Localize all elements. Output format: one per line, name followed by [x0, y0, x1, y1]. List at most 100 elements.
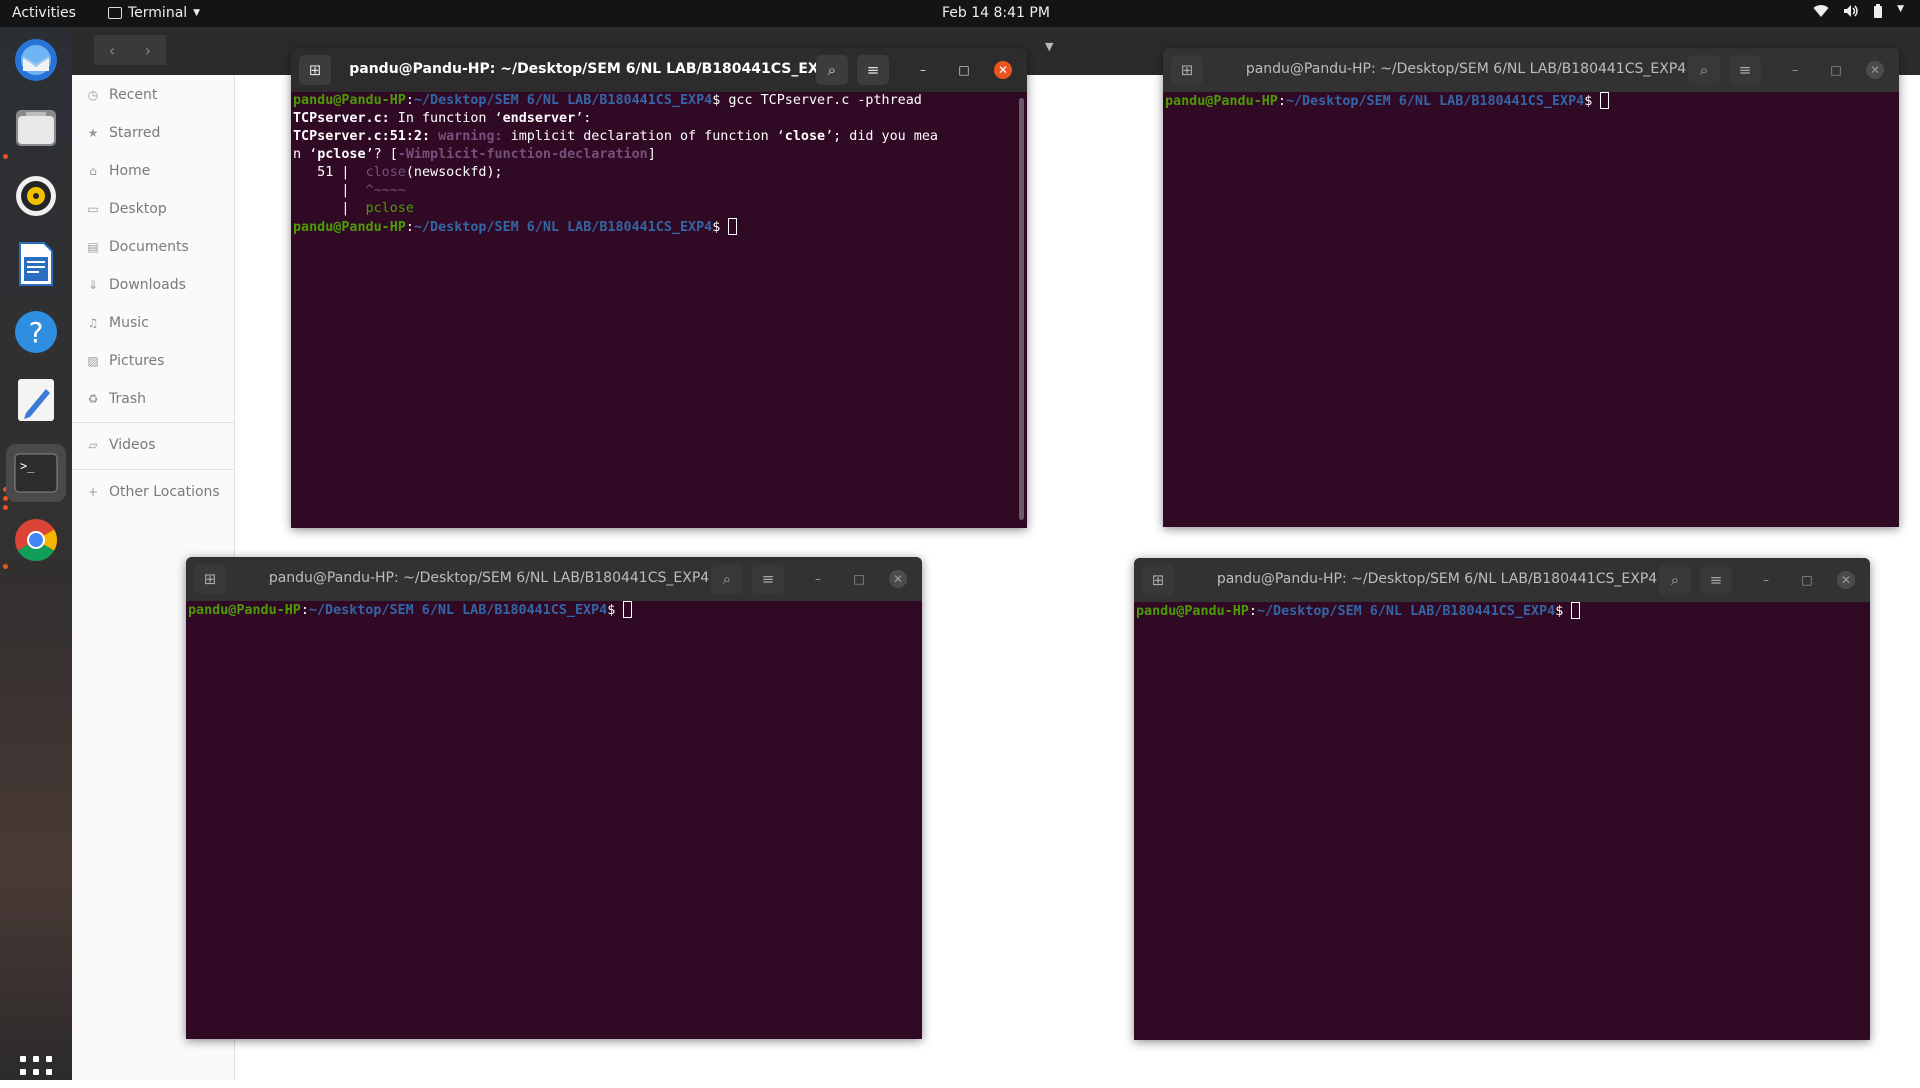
running-indicator	[3, 564, 8, 569]
scrollbar[interactable]	[1019, 98, 1024, 520]
sidebar-item-pictures[interactable]: ▨ Pictures	[86, 349, 164, 373]
terminal-output[interactable]: pandu@Pandu-HP:~/Desktop/SEM 6/NL LAB/B1…	[1165, 92, 1889, 527]
chevron-left-icon: ‹	[108, 40, 116, 60]
clock[interactable]: Feb 14 8:41 PM	[942, 5, 1050, 21]
terminal-window-1[interactable]: ⊞ pandu@Pandu-HP: ~/Desktop/SEM 6/NL LAB…	[291, 48, 1027, 528]
clock-icon: ◷	[87, 88, 99, 102]
sidebar-divider	[72, 469, 234, 470]
minimize-button[interactable]: –	[1786, 61, 1804, 79]
terminal-headerbar[interactable]: ⊞ pandu@Pandu-HP: ~/Desktop/SEM 6/NL LAB…	[291, 48, 1027, 92]
search-icon: ⌕	[1670, 571, 1680, 589]
close-button[interactable]: ✕	[889, 570, 907, 588]
chevron-down-icon: ▼	[1897, 4, 1904, 14]
cursor	[623, 601, 633, 618]
folder-icon: ▱	[88, 438, 98, 452]
search-icon: ⌕	[722, 570, 732, 588]
new-tab-button[interactable]: ⊞	[1171, 55, 1203, 85]
thunderbird-icon[interactable]	[12, 36, 60, 84]
cursor	[728, 218, 738, 235]
search-button[interactable]: ⌕	[1659, 565, 1691, 595]
menu-button[interactable]: ≡	[1729, 55, 1761, 85]
search-button[interactable]: ⌕	[1688, 55, 1720, 85]
chevron-down-icon: ▼	[193, 8, 201, 18]
minimize-button[interactable]: –	[914, 61, 932, 79]
minimize-icon: –	[1763, 573, 1769, 587]
terminal-headerbar[interactable]: ⊞ pandu@Pandu-HP: ~/Desktop/SEM 6/NL LAB…	[1134, 558, 1870, 602]
close-button[interactable]: ✕	[1837, 571, 1855, 589]
libreoffice-writer-icon[interactable]	[12, 240, 60, 288]
rhythmbox-icon[interactable]	[12, 172, 60, 220]
sidebar-item-recent[interactable]: ◷ Recent	[86, 83, 158, 107]
show-applications-icon[interactable]	[20, 1056, 52, 1088]
new-tab-button[interactable]: ⊞	[1142, 565, 1174, 595]
activities-button[interactable]: Activities	[12, 5, 76, 21]
terminal-dock-icon[interactable]: >_	[6, 444, 66, 502]
window-title: pandu@Pandu-HP: ~/Desktop/SEM 6/NL LAB/B…	[1245, 61, 1687, 77]
minimize-button[interactable]: –	[809, 570, 827, 588]
hamburger-menu-icon: ≡	[1709, 571, 1723, 589]
window-title: pandu@Pandu-HP: ~/Desktop/SEM 6/NL LAB/B…	[268, 570, 710, 586]
sidebar-item-other-locations[interactable]: + Other Locations	[86, 480, 220, 504]
close-button[interactable]: ✕	[994, 61, 1012, 79]
maximize-button[interactable]: □	[1798, 571, 1816, 589]
terminal-output[interactable]: pandu@Pandu-HP:~/Desktop/SEM 6/NL LAB/B1…	[188, 601, 912, 1039]
maximize-icon: □	[1830, 63, 1842, 77]
sidebar-item-downloads[interactable]: ⇓ Downloads	[86, 273, 186, 297]
sidebar-divider	[72, 422, 234, 423]
sidebar-item-starred[interactable]: ★ Starred	[86, 121, 161, 145]
sidebar-item-desktop[interactable]: ▭ Desktop	[86, 197, 166, 221]
sidebar-item-videos[interactable]: ▱ Videos	[86, 433, 155, 457]
terminal-window-4[interactable]: ⊞ pandu@Pandu-HP: ~/Desktop/SEM 6/NL LAB…	[1134, 558, 1870, 1040]
forward-button[interactable]: ›	[130, 35, 166, 65]
search-button[interactable]: ⌕	[816, 55, 848, 85]
terminal-headerbar[interactable]: ⊞ pandu@Pandu-HP: ~/Desktop/SEM 6/NL LAB…	[1163, 48, 1899, 92]
menu-button[interactable]: ≡	[857, 55, 889, 85]
close-icon: ✕	[997, 63, 1009, 77]
hamburger-menu-icon: ≡	[761, 570, 775, 588]
minimize-icon: –	[1792, 63, 1798, 77]
star-icon: ★	[87, 126, 99, 140]
terminal-headerbar[interactable]: ⊞ pandu@Pandu-HP: ~/Desktop/SEM 6/NL LAB…	[186, 557, 922, 601]
maximize-icon: □	[853, 572, 865, 586]
system-status-area[interactable]: ▼	[1813, 4, 1904, 22]
back-button[interactable]: ‹	[94, 35, 130, 65]
help-icon[interactable]: ?	[12, 308, 60, 356]
close-button[interactable]: ✕	[1866, 61, 1884, 79]
minimize-button[interactable]: –	[1757, 571, 1775, 589]
new-tab-button[interactable]: ⊞	[194, 564, 226, 594]
menu-button[interactable]: ≡	[1700, 565, 1732, 595]
files-icon[interactable]	[12, 104, 60, 152]
chrome-icon[interactable]	[12, 516, 60, 564]
text-editor-icon[interactable]	[12, 376, 60, 424]
terminal-window-3[interactable]: ⊞ pandu@Pandu-HP: ~/Desktop/SEM 6/NL LAB…	[186, 557, 922, 1039]
maximize-button[interactable]: □	[1827, 61, 1845, 79]
sidebar-item-home[interactable]: ⌂ Home	[86, 159, 150, 183]
maximize-button[interactable]: □	[955, 61, 973, 79]
terminal-output[interactable]: pandu@Pandu-HP:~/Desktop/SEM 6/NL LAB/B1…	[293, 92, 1017, 528]
menu-button[interactable]: ≡	[752, 564, 784, 594]
window-title: pandu@Pandu-HP: ~/Desktop/SEM 6/NL LAB/B…	[349, 61, 839, 77]
command-text: gcc TCPserver.c -pthread	[728, 93, 922, 108]
window-title: pandu@Pandu-HP: ~/Desktop/SEM 6/NL LAB/B…	[1216, 571, 1658, 587]
chevron-down-icon[interactable]: ▼	[1045, 40, 1053, 53]
app-menu[interactable]: Terminal ▼	[108, 5, 200, 21]
music-icon: ♫	[87, 316, 99, 330]
new-tab-button[interactable]: ⊞	[299, 55, 331, 85]
sidebar-item-music[interactable]: ♫ Music	[86, 311, 149, 335]
maximize-icon: □	[1801, 573, 1813, 587]
svg-text:>_: >_	[20, 459, 35, 473]
close-icon: ✕	[1840, 573, 1852, 587]
sidebar-item-documents[interactable]: ▤ Documents	[86, 235, 189, 259]
minimize-icon: –	[815, 572, 821, 586]
maximize-button[interactable]: □	[850, 570, 868, 588]
search-button[interactable]: ⌕	[711, 564, 743, 594]
terminal-window-2[interactable]: ⊞ pandu@Pandu-HP: ~/Desktop/SEM 6/NL LAB…	[1163, 48, 1899, 527]
terminal-output[interactable]: pandu@Pandu-HP:~/Desktop/SEM 6/NL LAB/B1…	[1136, 602, 1860, 1040]
top-bar: Activities Terminal ▼ Feb 14 8:41 PM ▼	[0, 0, 1920, 27]
trash-icon: ♻	[87, 392, 99, 406]
sidebar-item-trash[interactable]: ♻ Trash	[86, 387, 146, 411]
download-icon: ⇓	[87, 278, 99, 292]
home-icon: ⌂	[89, 164, 97, 178]
new-tab-icon: ⊞	[1151, 571, 1165, 589]
close-icon: ✕	[892, 572, 904, 586]
